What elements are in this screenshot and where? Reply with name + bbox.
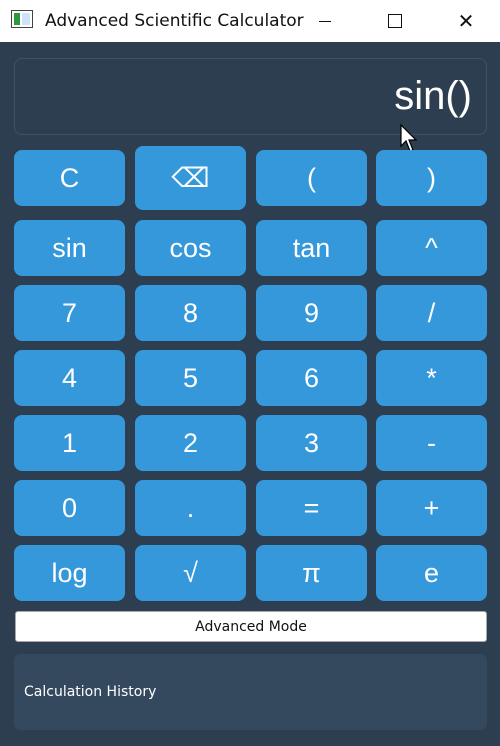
key-7-button[interactable]: 7	[14, 285, 125, 341]
key-power-button[interactable]: ^	[376, 220, 487, 276]
key-equals-button[interactable]: =	[256, 480, 367, 536]
close-button[interactable]: ✕	[443, 0, 489, 42]
key-divide-button[interactable]: /	[376, 285, 487, 341]
display-value: sin()	[394, 74, 472, 118]
key-4-button[interactable]: 4	[14, 350, 125, 406]
key-cos-button[interactable]: cos	[135, 220, 246, 276]
key-9-button[interactable]: 9	[256, 285, 367, 341]
maximize-button[interactable]	[372, 0, 418, 42]
minimize-icon	[319, 20, 331, 22]
key-5-button[interactable]: 5	[135, 350, 246, 406]
advanced-mode-label: Advanced Mode	[195, 618, 307, 635]
key-multiply-button[interactable]: *	[376, 350, 487, 406]
window-title: Advanced Scientific Calculator	[45, 11, 304, 31]
key-8-button[interactable]: 8	[135, 285, 246, 341]
key-open-paren-button[interactable]: (	[256, 150, 367, 206]
key-sqrt-button[interactable]: √	[135, 545, 246, 601]
calculation-history-panel: Calculation History	[14, 654, 487, 730]
key-0-button[interactable]: 0	[14, 480, 125, 536]
key-close-paren-button[interactable]: )	[376, 150, 487, 206]
advanced-mode-button[interactable]: Advanced Mode	[15, 611, 487, 642]
key-subtract-button[interactable]: -	[376, 415, 487, 471]
key-1-button[interactable]: 1	[14, 415, 125, 471]
title-bar: Advanced Scientific Calculator ✕	[0, 0, 500, 42]
minimize-button[interactable]	[302, 0, 348, 42]
key-euler-button[interactable]: e	[376, 545, 487, 601]
key-3-button[interactable]: 3	[256, 415, 367, 471]
key-decimal-point-button[interactable]: .	[135, 480, 246, 536]
key-6-button[interactable]: 6	[256, 350, 367, 406]
key-pi-button[interactable]: π	[256, 545, 367, 601]
key-log-button[interactable]: log	[14, 545, 125, 601]
history-label: Calculation History	[24, 684, 157, 700]
key-2-button[interactable]: 2	[135, 415, 246, 471]
maximize-icon	[388, 14, 402, 28]
key-backspace-button[interactable]: ⌫	[135, 146, 246, 210]
close-icon: ✕	[457, 9, 475, 33]
key-sin-button[interactable]: sin	[14, 220, 125, 276]
key-add-button[interactable]: +	[376, 480, 487, 536]
key-tan-button[interactable]: tan	[256, 220, 367, 276]
key-clear-button[interactable]: C	[14, 150, 125, 206]
app-icon	[11, 10, 33, 28]
